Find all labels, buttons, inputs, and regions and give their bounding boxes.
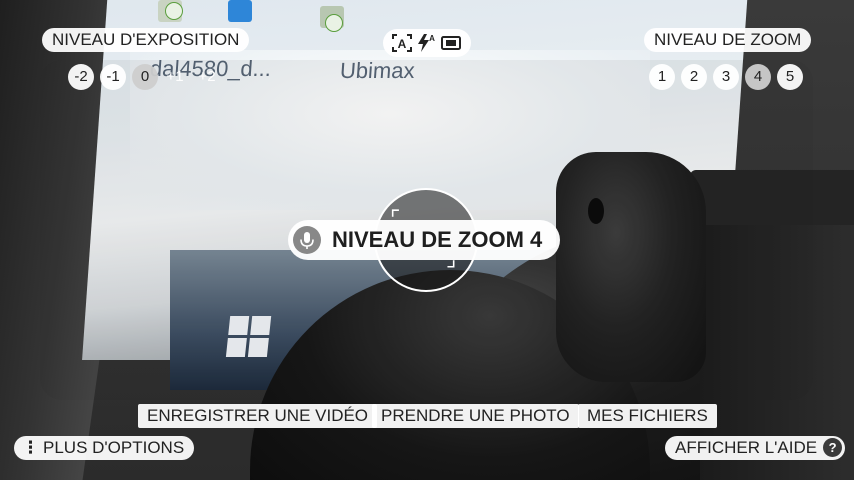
zoom-level-1[interactable]: 1 <box>649 64 675 90</box>
take-photo-button[interactable]: PRENDRE UNE PHOTO <box>372 404 579 428</box>
more-options-label: PLUS D'OPTIONS <box>43 438 185 457</box>
zoom-level-3[interactable]: 3 <box>713 64 739 90</box>
exposure-level-plus-2[interactable]: +2 <box>194 64 220 90</box>
focus-auto-label: A <box>398 37 407 51</box>
exposure-level-minus-1[interactable]: -1 <box>100 64 126 90</box>
zoom-level-4[interactable]: 4 <box>745 64 771 90</box>
zoom-title: NIVEAU DE ZOOM <box>644 28 812 52</box>
exposure-title: NIVEAU D'EXPOSITION <box>42 28 250 52</box>
more-vertical-icon: ⋮ <box>22 438 39 457</box>
show-help-button[interactable]: AFFICHER L'AIDE? <box>665 436 846 460</box>
sync-check-icon <box>165 2 183 20</box>
microphone-icon <box>293 226 321 254</box>
help-icon: ? <box>823 438 843 457</box>
exposure-level-minus-2[interactable]: -2 <box>68 64 94 90</box>
zoom-level-2[interactable]: 2 <box>681 64 707 90</box>
sync-check-icon <box>325 14 343 32</box>
exposure-level-0[interactable]: 0 <box>132 64 158 90</box>
edge-browser-icon <box>228 0 252 22</box>
show-help-label: AFFICHER L'AIDE <box>675 438 818 457</box>
camera-mode-toolbar: A A <box>383 29 471 57</box>
zoom-toast: NIVEAU DE ZOOM 4 <box>288 220 561 260</box>
flash-auto-icon[interactable]: A <box>416 33 436 53</box>
aspect-ratio-icon[interactable] <box>440 33 462 53</box>
record-video-button[interactable]: ENREGISTRER UNE VIDÉO <box>138 404 378 428</box>
flash-auto-label: A <box>429 34 435 43</box>
exposure-level-plus-1[interactable]: +1 <box>162 64 188 90</box>
auto-focus-icon[interactable]: A <box>391 33 413 53</box>
more-options-button[interactable]: ⋮ PLUS D'OPTIONS <box>14 436 195 460</box>
zoom-level-5[interactable]: 5 <box>777 64 803 90</box>
toast-text: NIVEAU DE ZOOM 4 <box>332 227 543 252</box>
my-files-button[interactable]: MES FICHIERS <box>578 404 717 428</box>
